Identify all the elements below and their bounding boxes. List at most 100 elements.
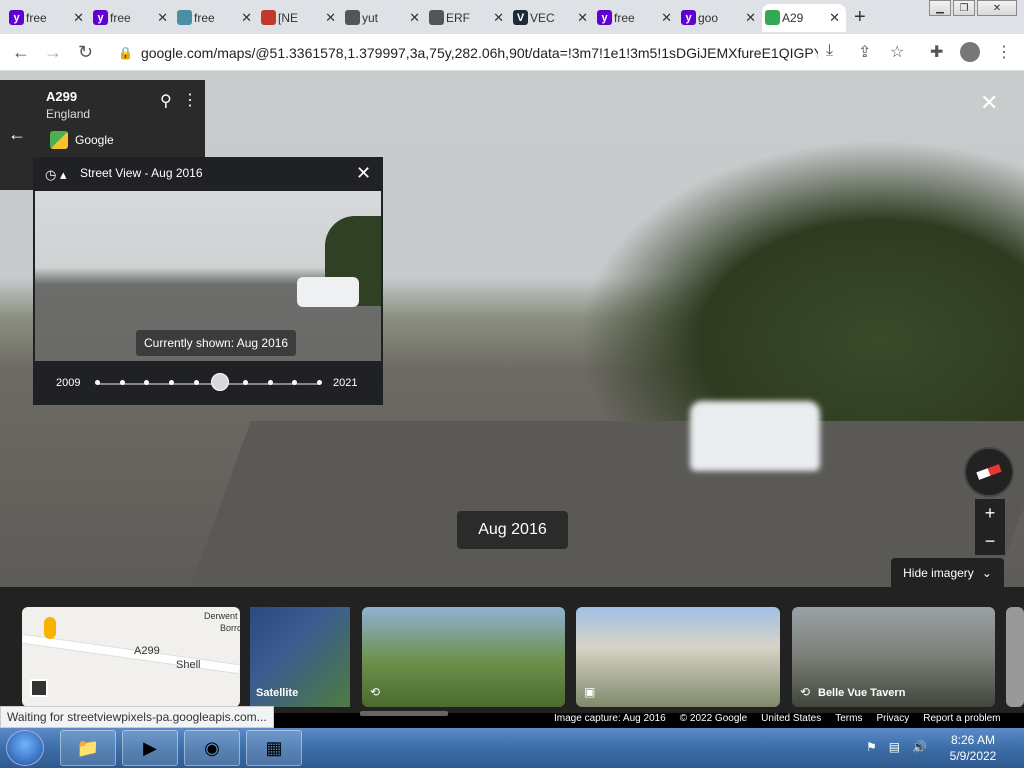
close-window-button[interactable]: ✕ (977, 0, 1017, 16)
back-arrow-icon[interactable]: ← (8, 124, 26, 145)
start-button[interactable] (6, 730, 44, 766)
footer-item[interactable]: Report a problem (923, 713, 1000, 729)
tab-label: free (194, 11, 215, 25)
photo-thumbnail[interactable] (1006, 607, 1024, 707)
browser-tab[interactable]: y free ✕ (90, 4, 174, 32)
share-icon[interactable]: ⇪ (858, 42, 871, 62)
slider-tick[interactable] (95, 380, 100, 385)
close-tab-icon[interactable]: ✕ (829, 10, 840, 26)
photo-thumbnail[interactable]: ⟲ (362, 607, 565, 707)
close-tab-icon[interactable]: ✕ (241, 10, 252, 26)
tab-label: free (614, 11, 635, 25)
tab-label: A29 (782, 11, 804, 25)
maximize-button[interactable]: ❐ (953, 0, 975, 16)
browser-tab[interactable]: A29 ✕ (762, 4, 846, 32)
360-icon: ⟲ (370, 685, 381, 699)
close-tab-icon[interactable]: ✕ (73, 10, 84, 26)
zoom-in-button[interactable]: + (975, 499, 1005, 527)
slider-tick[interactable] (317, 380, 322, 385)
network-icon[interactable]: ▤ (889, 740, 900, 754)
close-tab-icon[interactable]: ✕ (745, 10, 756, 26)
close-tab-icon[interactable]: ✕ (157, 10, 168, 26)
volume-icon[interactable]: 🔊 (912, 740, 927, 754)
map-street-label: Derwent (204, 611, 238, 621)
hide-imagery-button[interactable]: Hide imagery ⌄ (891, 558, 1004, 588)
preview-van (297, 277, 359, 307)
fullscreen-icon[interactable] (30, 679, 48, 697)
tab-label: goo (698, 11, 719, 25)
van (690, 401, 820, 471)
slider-tick[interactable] (169, 380, 174, 385)
close-tab-icon[interactable]: ✕ (661, 10, 672, 26)
browser-tab[interactable]: yut ✕ (342, 4, 426, 32)
star-icon[interactable]: ☆ (890, 42, 904, 62)
url-text[interactable]: google.com/maps/@51.3361578,1.379997,3a,… (141, 45, 818, 61)
browser-tab[interactable]: y goo ✕ (678, 4, 762, 32)
browser-tab[interactable]: y free ✕ (6, 4, 90, 32)
close-tab-icon[interactable]: ✕ (325, 10, 336, 26)
avatar[interactable] (960, 42, 980, 62)
back-icon[interactable]: ← (12, 42, 30, 63)
time-machine-panel: ◷ ▴ Street View - Aug 2016 ✕ Currently s… (33, 157, 383, 405)
browser-tab[interactable]: V VEC ✕ (510, 4, 594, 32)
media-player-icon[interactable]: ▶ (122, 730, 178, 766)
slider-tick[interactable] (243, 380, 248, 385)
browser-tab[interactable]: [NE ✕ (258, 4, 342, 32)
explorer-icon[interactable]: 📁 (60, 730, 116, 766)
close-tab-icon[interactable]: ✕ (493, 10, 504, 26)
footer-item[interactable]: Privacy (876, 713, 909, 729)
footer-item[interactable]: United States (761, 713, 821, 729)
close-street-view-icon[interactable]: ✕ (980, 90, 998, 116)
map-street-label: Borrowd (220, 623, 240, 633)
search-doc-icon (177, 10, 192, 25)
extensions-icon[interactable]: ✚ (930, 42, 943, 62)
slider-tick[interactable] (193, 380, 199, 385)
new-tab-button[interactable]: + (854, 6, 866, 29)
pegman-icon[interactable] (44, 617, 56, 639)
slider-tick[interactable] (267, 380, 273, 385)
download-icon[interactable]: ⤓ (826, 42, 833, 60)
browser-tab[interactable]: y free ✕ (594, 4, 678, 32)
clock[interactable]: 8:26 AM 5/9/2022 (940, 732, 1006, 764)
close-tab-icon[interactable]: ✕ (409, 10, 420, 26)
photo-thumbnail[interactable]: ⟲ Belle Vue Tavern (792, 607, 995, 707)
close-icon[interactable]: ✕ (356, 163, 371, 184)
reload-icon[interactable]: ↻ (78, 42, 93, 63)
slider-tick[interactable] (119, 380, 125, 385)
map-thumbnail[interactable]: A299 Shell Derwent Borrowd (22, 607, 240, 707)
flag-icon[interactable]: ⚑ (866, 740, 877, 754)
tab-bar: y free ✕ y free ✕ free ✕ [NE ✕ yut ✕ ERF ✕ V VEC ✕ y free ✕… (0, 0, 1024, 34)
map-footer: Image capture: Aug 2016 © 2022 Google Unit… (554, 713, 1001, 729)
footer-item[interactable]: Terms (835, 713, 862, 729)
tab-label: ERF (446, 11, 470, 25)
camera-icon: ▣ (584, 685, 596, 699)
time-slider[interactable]: 2009 2021 (33, 361, 383, 405)
more-options-icon[interactable]: ⋮ (182, 90, 198, 110)
slider-track[interactable] (97, 383, 319, 385)
zoom-out-button[interactable]: − (975, 527, 1005, 555)
map-road (22, 633, 240, 675)
imagery-strip: A299 Shell Derwent Borrowd Satellite ⟲ ▣… (0, 587, 1024, 713)
pin-icon[interactable]: ⚲ (160, 91, 172, 111)
close-tab-icon[interactable]: ✕ (577, 10, 588, 26)
browser-tab[interactable]: ERF ✕ (426, 4, 510, 32)
forward-icon[interactable]: → (44, 42, 62, 63)
chrome-icon[interactable]: ◉ (184, 730, 240, 766)
compass-icon[interactable] (964, 447, 1014, 497)
satellite-thumbnail[interactable]: Satellite (250, 607, 350, 707)
date-badge: Aug 2016 (457, 511, 568, 549)
tab-label: yut (362, 11, 379, 25)
location-title: A299 (46, 89, 78, 104)
url-field[interactable]: 🔒 google.com/maps/@51.3361578,1.379997,3… (118, 42, 818, 64)
minimize-button[interactable]: ▁ (929, 0, 951, 16)
footer-item[interactable]: © 2022 Google (680, 713, 747, 729)
browser-tab[interactable]: free ✕ (174, 4, 258, 32)
history-icon[interactable]: ◷ ▴ (45, 167, 66, 183)
yahoo-icon: y (93, 10, 108, 25)
slider-knob[interactable] (211, 373, 230, 391)
photo-thumbnail[interactable]: ▣ (576, 607, 780, 707)
time-machine-title: Street View - Aug 2016 (80, 166, 203, 180)
control-panel-icon[interactable]: ▦ (246, 730, 302, 766)
menu-icon[interactable]: ⋮ (996, 42, 1012, 62)
strip-scrollbar[interactable] (360, 711, 448, 716)
